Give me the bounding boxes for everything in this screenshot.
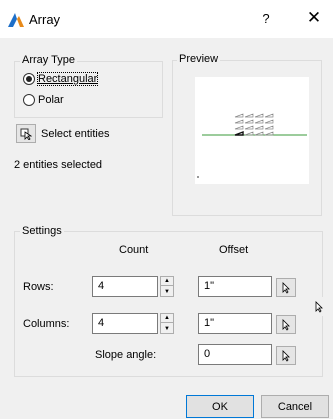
columns-offset-pick-button[interactable] bbox=[276, 315, 296, 334]
selection-status: 2 entities selected bbox=[14, 159, 103, 171]
title-bar: Array ? ✕ bbox=[0, 0, 333, 38]
rows-offset-input[interactable]: 1" bbox=[198, 276, 272, 297]
app-logo-icon bbox=[8, 13, 24, 27]
select-cursor-icon bbox=[20, 128, 32, 140]
window-title: Array bbox=[29, 12, 61, 27]
pick-point-icon bbox=[282, 349, 290, 362]
offset-header: Offset bbox=[219, 244, 249, 256]
radio-rectangular-dot[interactable] bbox=[23, 73, 35, 85]
columns-count-input[interactable]: 4 bbox=[92, 313, 158, 334]
radio-rectangular-label[interactable]: Rectangular bbox=[36, 72, 99, 86]
rows-count-input[interactable]: 4 bbox=[92, 276, 158, 297]
columns-offset-input[interactable]: 1" bbox=[198, 313, 272, 334]
array-preview-graphic bbox=[197, 113, 307, 178]
select-entities-label[interactable]: Select entities bbox=[41, 128, 109, 140]
spin-up-icon[interactable]: ▲ bbox=[161, 277, 173, 286]
pick-point-icon bbox=[315, 300, 323, 313]
count-header: Count bbox=[119, 244, 149, 256]
radio-polar-label[interactable]: Polar bbox=[38, 94, 64, 106]
preview-group-title: Preview bbox=[177, 53, 221, 65]
rows-offset-pick-button[interactable] bbox=[276, 278, 296, 297]
pick-point-icon bbox=[282, 318, 290, 331]
radio-polar-dot[interactable] bbox=[23, 94, 35, 106]
cancel-button[interactable]: Cancel bbox=[261, 395, 329, 418]
settings-group-title: Settings bbox=[20, 225, 64, 237]
spin-up-icon[interactable]: ▲ bbox=[161, 314, 173, 323]
rows-columns-pick-button[interactable] bbox=[309, 297, 329, 316]
rows-label: Rows: bbox=[23, 281, 54, 293]
select-entities-button[interactable] bbox=[16, 124, 36, 143]
slope-angle-input[interactable]: 0 bbox=[198, 344, 272, 365]
slope-angle-pick-button[interactable] bbox=[276, 346, 296, 365]
columns-count-spinner[interactable]: ▲ ▼ bbox=[160, 313, 174, 334]
help-button[interactable]: ? bbox=[259, 11, 273, 26]
slope-angle-label: Slope angle: bbox=[95, 349, 157, 361]
array-type-group bbox=[14, 61, 163, 118]
close-button[interactable]: ✕ bbox=[305, 8, 323, 28]
columns-label: Columns: bbox=[23, 318, 70, 330]
preview-canvas bbox=[195, 77, 309, 184]
array-type-group-title: Array Type bbox=[20, 54, 77, 66]
pick-point-icon bbox=[282, 281, 290, 294]
spin-down-icon[interactable]: ▼ bbox=[161, 287, 173, 296]
spin-down-icon[interactable]: ▼ bbox=[161, 324, 173, 333]
ok-button[interactable]: OK bbox=[186, 395, 254, 418]
rows-count-spinner[interactable]: ▲ ▼ bbox=[160, 276, 174, 297]
